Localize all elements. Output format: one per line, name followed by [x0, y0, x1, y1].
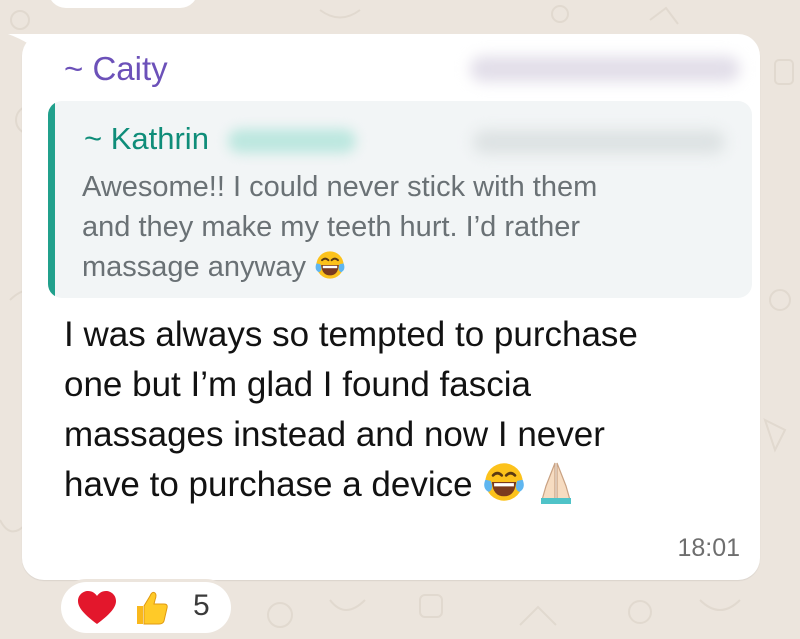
message-text-line: massages instead and now I never: [64, 415, 605, 454]
quoted-text-line: Awesome!! I could never stick with them: [82, 171, 598, 203]
quoted-text-line: and they make my teeth hurt. I’d rather: [82, 211, 581, 243]
quoted-author-name: ~ Kathrin: [84, 121, 209, 156]
quote-accent-bar: [48, 101, 55, 298]
reaction-count: 5: [193, 589, 210, 622]
message-timestamp: 18:01: [677, 534, 740, 562]
tears-of-joy-emoji-icon: [315, 251, 345, 279]
message-text-line: I was always so tempted to purchase: [64, 315, 638, 354]
folded-hands-emoji-icon: [541, 462, 572, 504]
thumbs-up-icon: [137, 591, 168, 625]
quoted-text: Awesome!! I could never stick with them …: [82, 167, 722, 287]
quoted-author-surname-redacted: [228, 129, 356, 153]
sender-name[interactable]: ~ Caity: [64, 50, 168, 88]
red-heart-icon: [78, 591, 116, 624]
quoted-text-line: massage anyway: [82, 247, 722, 287]
message-text-line: have to purchase a device: [64, 460, 754, 510]
message-text-line: one but I’m glad I found fascia: [64, 365, 531, 404]
tears-of-joy-emoji-icon: [484, 463, 525, 501]
previous-message-bubble: [48, 0, 198, 8]
message-text: I was always so tempted to purchase one …: [64, 310, 754, 510]
reactions-pill[interactable]: 5: [61, 582, 231, 633]
quoted-phone-redacted: [473, 130, 725, 154]
quoted-message[interactable]: ~ Kathrin Awesome!! I could never stick …: [48, 101, 752, 298]
sender-phone-redacted: [470, 56, 740, 82]
